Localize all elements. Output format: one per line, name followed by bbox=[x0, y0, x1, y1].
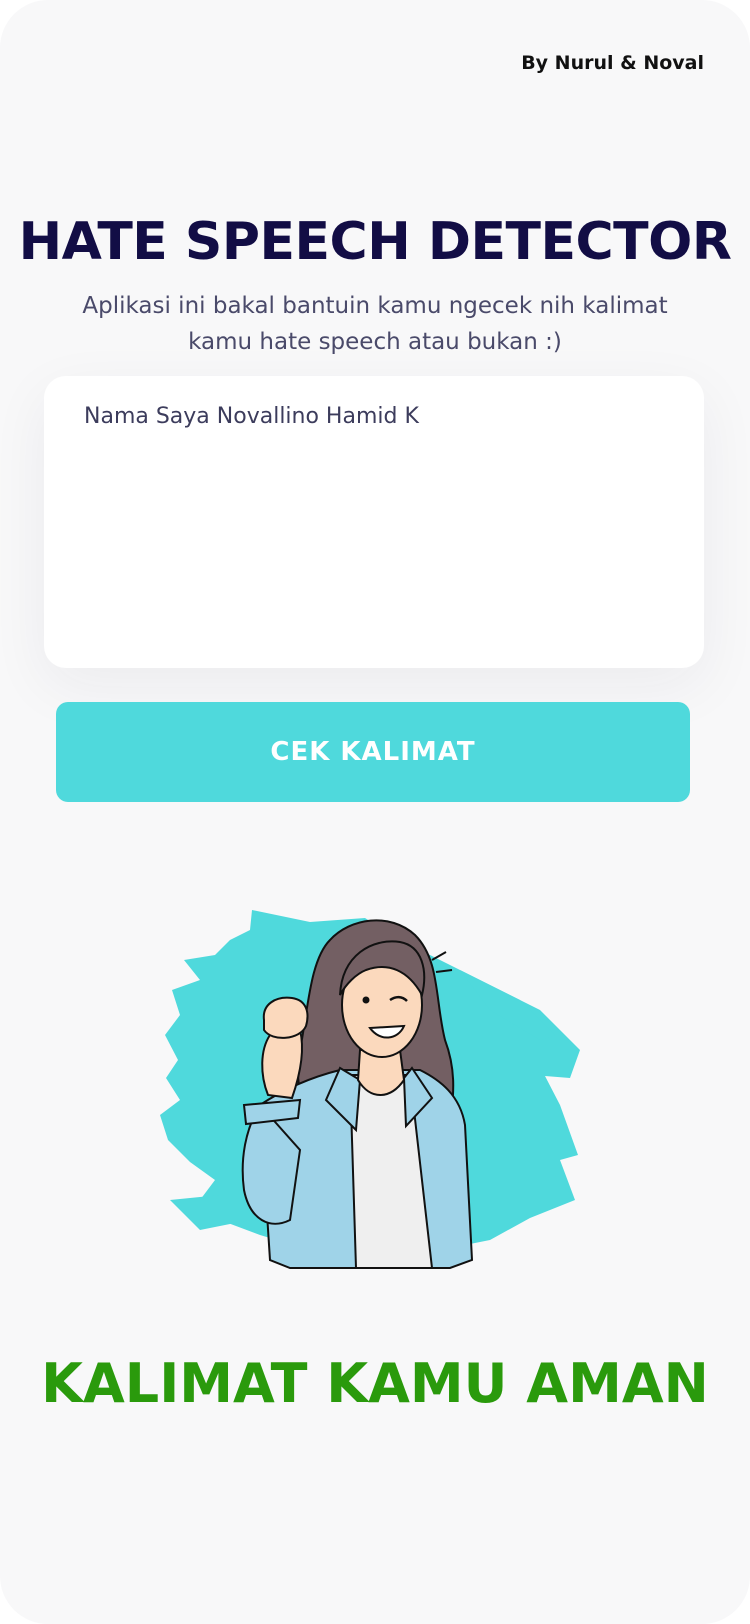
illustration-graphic bbox=[160, 910, 580, 1269]
author-credit: By Nurul & Noval bbox=[521, 52, 704, 74]
page-subtitle: Aplikasi ini bakal bantuin kamu ngecek n… bbox=[82, 293, 668, 355]
winking-woman-illustration bbox=[160, 900, 600, 1310]
sentence-input-card bbox=[44, 376, 704, 668]
raised-fist bbox=[262, 996, 309, 1039]
result-text: KALIMAT KAMU AMAN bbox=[41, 1352, 709, 1415]
app-screen: By Nurul & Noval HATE SPEECH DETECTOR Ap… bbox=[0, 0, 750, 1624]
forearm bbox=[261, 1028, 303, 1100]
check-sentence-button[interactable]: CEK KALIMAT bbox=[56, 702, 690, 802]
sparkle-mark bbox=[431, 951, 447, 961]
left-eye bbox=[362, 996, 370, 1004]
sentence-input[interactable] bbox=[44, 376, 704, 668]
page-title: HATE SPEECH DETECTOR bbox=[18, 212, 732, 272]
